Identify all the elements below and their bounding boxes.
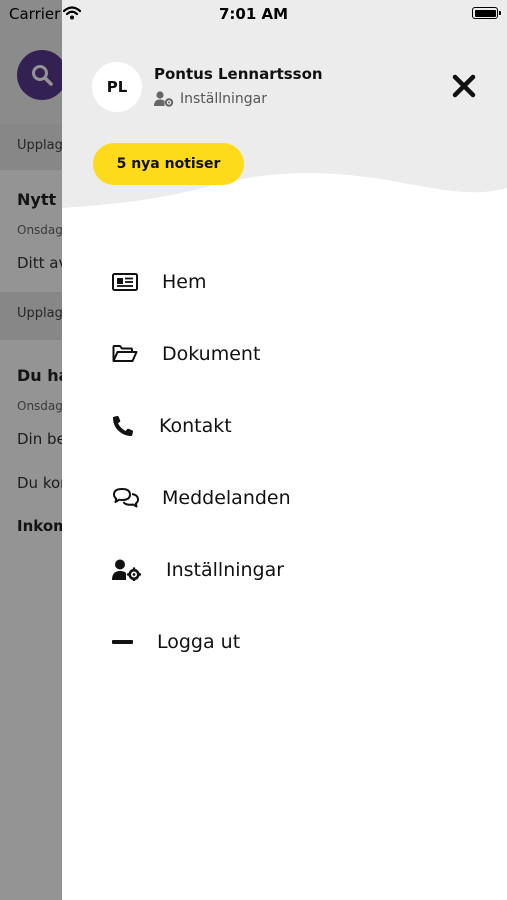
notifications-badge[interactable]: 5 nya notiser [93,143,244,185]
status-bar: Carrier 7:01 AM [0,0,507,28]
menu-item-label: Kontakt [159,415,232,437]
menu-item-label: Hem [162,271,207,293]
user-name: Pontus Lennartsson [154,65,323,83]
menu-item-label: Meddelanden [162,487,291,509]
close-button[interactable] [448,70,480,102]
menu-item-dokument[interactable]: Dokument [112,332,472,376]
phone-icon [112,415,159,437]
avatar[interactable]: PL [92,62,142,112]
drawer-header: PL Pontus Lennartsson Inställningar 5 ny… [62,0,507,210]
settings-link-label: Inställningar [180,91,268,107]
minus-icon [112,631,157,653]
newspaper-icon [112,271,162,293]
user-cog-icon [112,559,166,581]
clock: 7:01 AM [218,5,289,23]
menu-item-label: Logga ut [157,631,241,653]
menu-item-hem[interactable]: Hem [112,260,472,304]
menu-item-logga-ut[interactable]: Logga ut [112,620,472,664]
user-cog-icon [154,91,174,107]
menu-item-meddelanden[interactable]: Meddelanden [112,476,472,520]
menu-item-label: Dokument [162,343,261,365]
battery-icon [472,7,501,19]
folder-open-icon [112,343,162,365]
navigation-drawer: PL Pontus Lennartsson Inställningar 5 ny… [62,0,507,900]
close-icon [452,74,476,98]
menu-item-label: Inställningar [166,559,285,581]
menu-item-kontakt[interactable]: Kontakt [112,404,472,448]
menu-item-installningar[interactable]: Inställningar [112,548,472,592]
settings-link[interactable]: Inställningar [154,91,267,107]
chat-bubbles-icon [112,487,162,509]
